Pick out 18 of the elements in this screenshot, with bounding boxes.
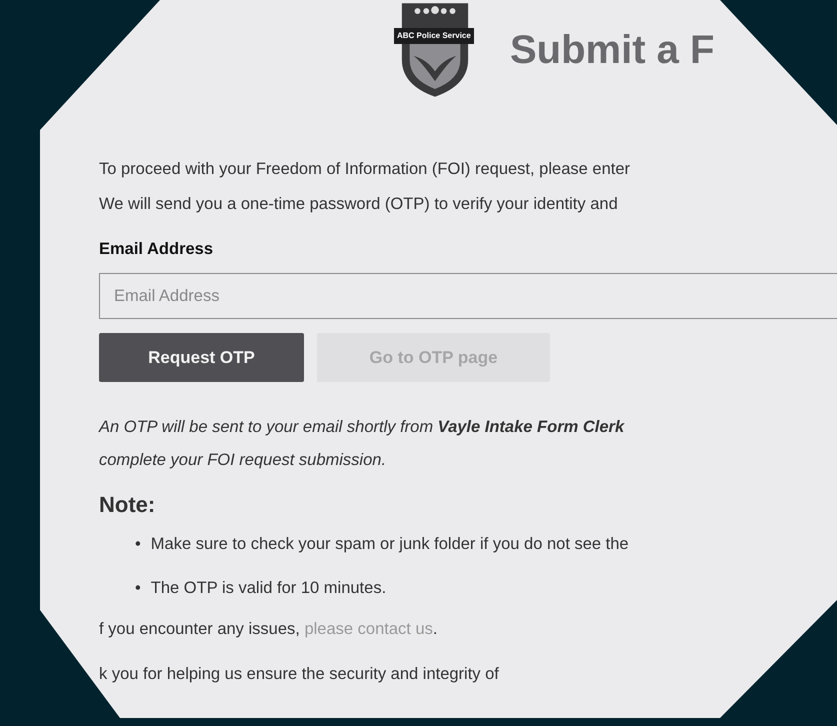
intro-text: We will send you a one-time password (OTP) to verify your identity and bbox=[99, 195, 619, 214]
bullet-marker: • bbox=[135, 578, 141, 598]
notice-text: complete your FOI request submission. bbox=[99, 451, 388, 470]
note-item: Make sure to check your spam or junk folder if you do not see the bbox=[150, 534, 629, 554]
thanks-text: k you for helping us ensure the security and integrity of bbox=[99, 665, 500, 684]
note-heading: Note: bbox=[99, 492, 156, 518]
notice-text: An OTP will be sent to your email shortly from Vayle Intake Form Clerk bbox=[99, 418, 626, 437]
field-label: Email Address bbox=[99, 240, 214, 259]
contact-text: f you encounter any issues, bbox=[99, 620, 300, 638]
intro-text: To proceed with your Freedom of Information (FOI) request, please enter bbox=[99, 160, 631, 179]
request-otp-button[interactable]: Request OTP bbox=[99, 333, 304, 382]
bullet-marker: • bbox=[135, 534, 141, 554]
page-title: Submit a F bbox=[510, 28, 714, 72]
contact-link[interactable]: please contact us bbox=[304, 620, 433, 638]
email-input-field[interactable]: Email Address bbox=[99, 273, 837, 319]
period-text: . bbox=[432, 620, 438, 638]
note-item: The OTP is valid for 10 minutes. bbox=[150, 578, 386, 598]
logo-label: ABC Police Service bbox=[394, 28, 474, 44]
